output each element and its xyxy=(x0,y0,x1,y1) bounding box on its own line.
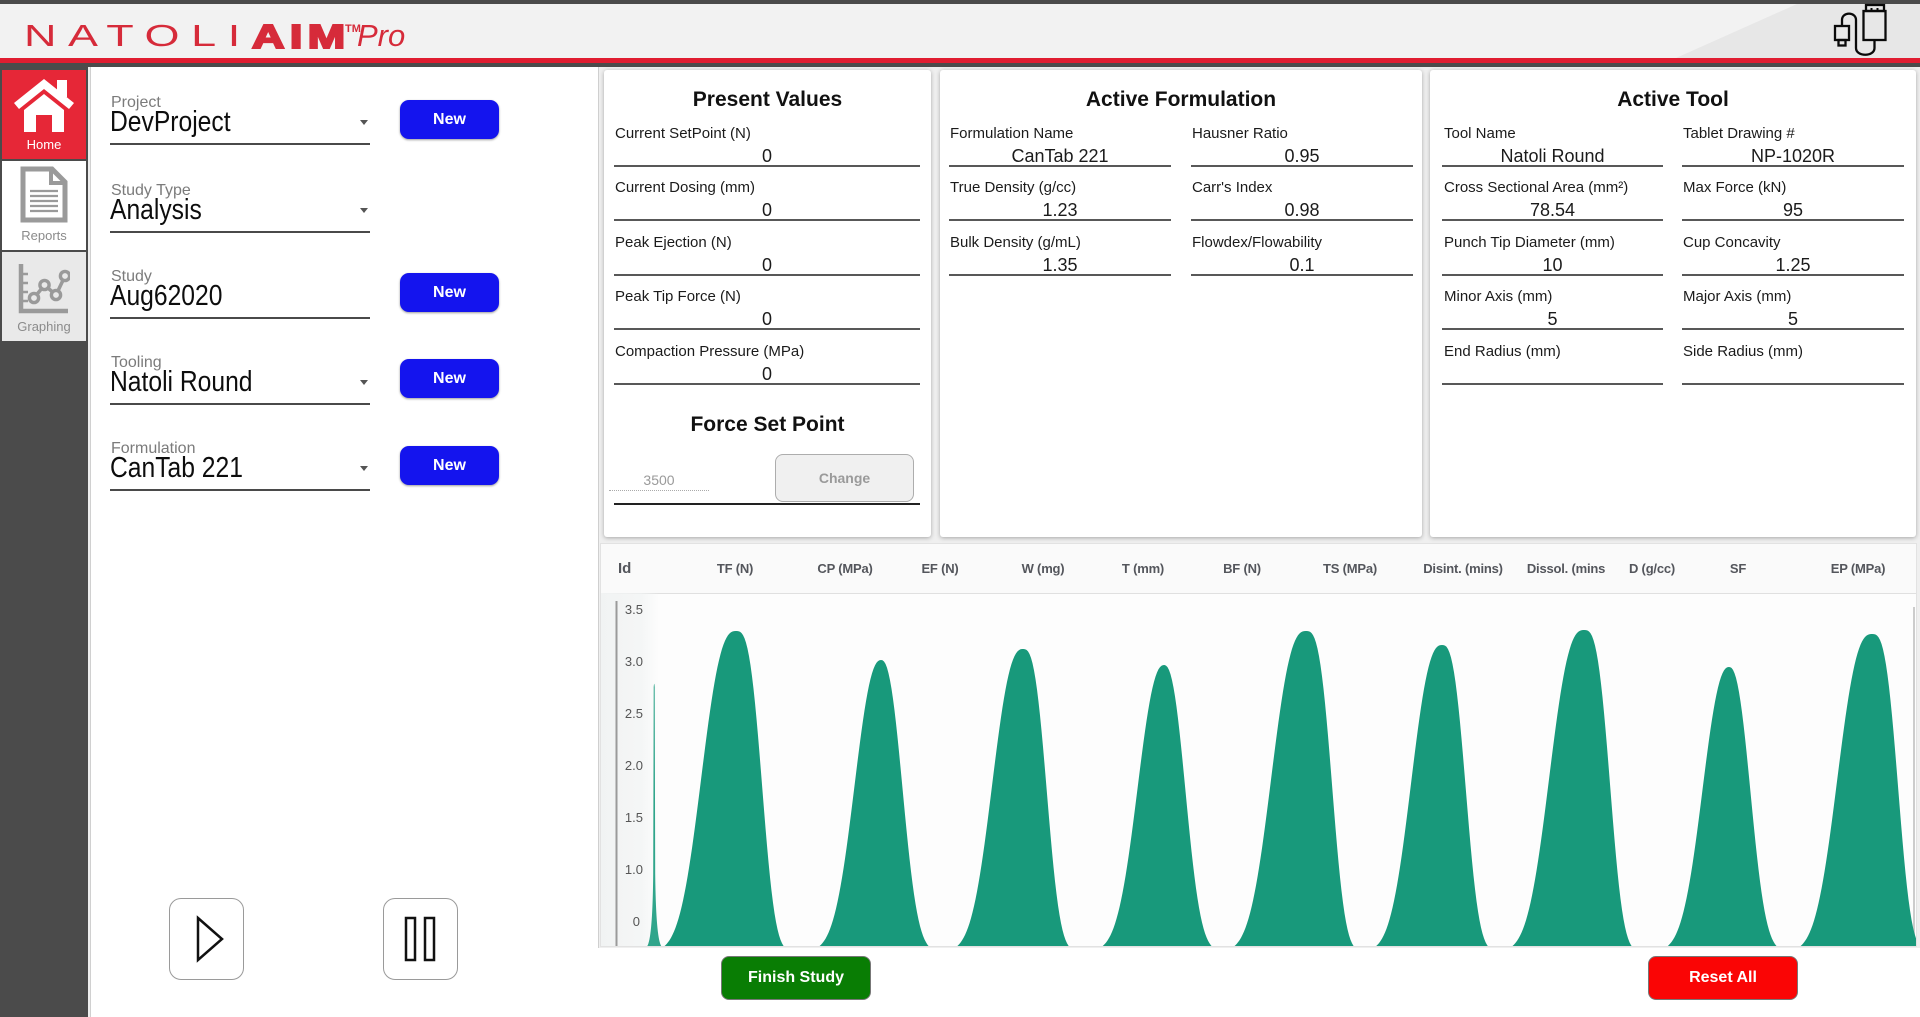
svg-text:2.0: 2.0 xyxy=(625,758,643,773)
svg-text:2.5: 2.5 xyxy=(625,706,643,721)
svg-text:1.0: 1.0 xyxy=(625,862,643,877)
svg-text:3.0: 3.0 xyxy=(625,654,643,669)
svg-text:3.5: 3.5 xyxy=(625,602,643,617)
svg-text:0: 0 xyxy=(633,914,640,929)
svg-text:1.5: 1.5 xyxy=(625,810,643,825)
